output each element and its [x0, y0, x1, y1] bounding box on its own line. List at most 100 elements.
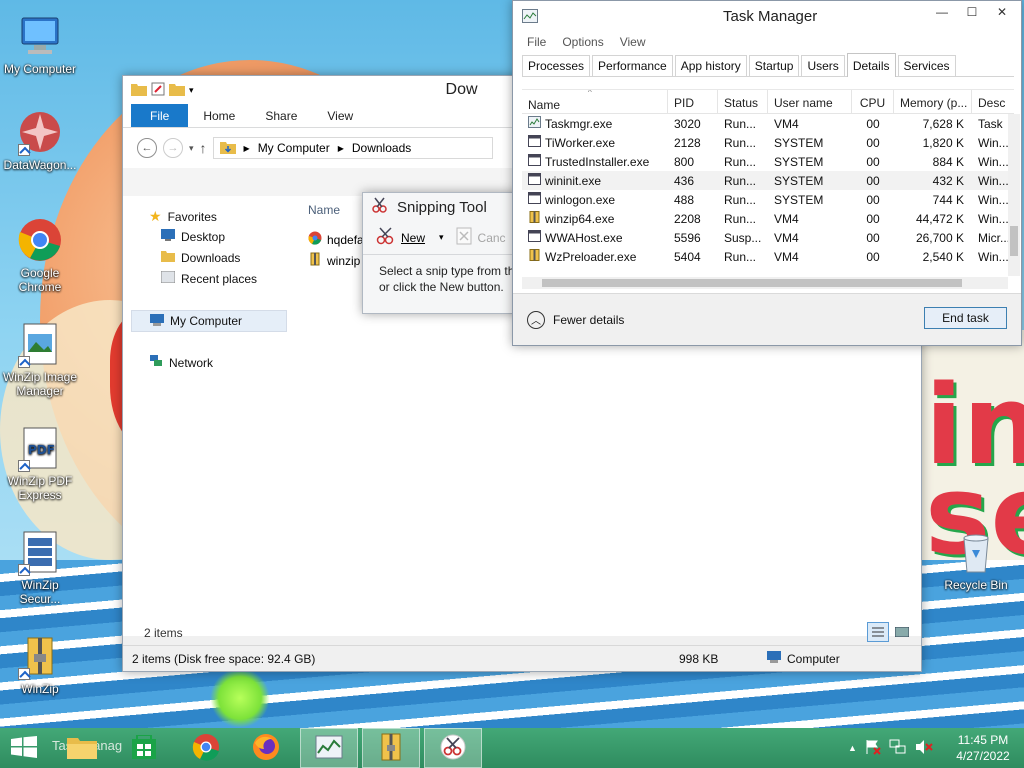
ribbon-tab-share[interactable]: Share: [250, 104, 312, 127]
desktop-icon-winzip-secure[interactable]: WinZip Secur...: [0, 528, 80, 606]
taskbar-task-manager[interactable]: [300, 728, 358, 768]
tab-services[interactable]: Services: [897, 55, 956, 76]
desktop-icon-google-chrome[interactable]: Google Chrome: [0, 216, 80, 294]
wallpaper-green-glow: [210, 668, 270, 728]
column-header-cpu[interactable]: CPU: [852, 90, 894, 113]
column-header-user-name[interactable]: User name: [768, 90, 852, 113]
item-count: 2 items: [144, 626, 183, 640]
up-button[interactable]: ↑: [200, 140, 207, 156]
taskbar-chrome[interactable]: [184, 728, 228, 768]
breadcrumb-my-computer[interactable]: My Computer: [258, 141, 330, 155]
menu-view[interactable]: View: [620, 35, 646, 49]
shortcut-arrow-icon: [18, 668, 30, 680]
tab-startup[interactable]: Startup: [748, 55, 800, 76]
nav-item-recent-places[interactable]: Recent places: [160, 270, 257, 286]
tab-app-history[interactable]: App history: [674, 55, 747, 76]
nav-item-network[interactable]: Network: [149, 355, 213, 370]
breadcrumb-downloads[interactable]: Downloads: [352, 141, 411, 155]
maximize-button[interactable]: ☐: [957, 1, 987, 23]
customize-toolbar-icon[interactable]: ▾: [189, 85, 194, 96]
desktop-icon-label: WinZip Secur...: [19, 578, 61, 606]
nav-item-downloads[interactable]: Downloads: [161, 250, 240, 265]
cancel-snip-button[interactable]: Canc: [456, 227, 506, 248]
fewer-details-button[interactable]: ︿ Fewer details: [527, 310, 624, 329]
new-folder-icon[interactable]: [169, 82, 185, 99]
breadcrumb[interactable]: ▶ My Computer ▶ Downloads: [212, 137, 493, 159]
taskmgr-footer: ︿ Fewer details End task: [513, 293, 1021, 345]
column-header-name[interactable]: Name: [522, 90, 668, 113]
horizontal-scrollbar[interactable]: [522, 277, 1008, 289]
cancel-icon: [456, 227, 472, 248]
table-row[interactable]: WzPreloader.exe 5404 Run... VM4 00 2,540…: [522, 247, 1014, 266]
nav-item-label: Desktop: [181, 229, 226, 244]
horizontal-scrollbar-thumb[interactable]: [542, 279, 962, 287]
quick-properties-icon[interactable]: [151, 82, 165, 99]
column-header-pid[interactable]: PID: [668, 90, 718, 113]
new-snip-button[interactable]: New: [375, 226, 425, 249]
winzip-secure-icon: [16, 528, 64, 576]
recent-locations-icon[interactable]: ▾: [189, 143, 194, 154]
minimize-button[interactable]: —: [927, 1, 957, 23]
desktop-icon-winzip[interactable]: WinZip: [0, 632, 80, 696]
table-row[interactable]: Taskmgr.exe 3020 Run... VM4 00 7,628 K T…: [522, 114, 1014, 133]
desktop-icon-winzip-image-manager[interactable]: WinZip Image Manager: [0, 320, 80, 398]
taskmgr-titlebar: Task Manager — ☐ ✕: [513, 1, 1021, 31]
taskbar-clock[interactable]: 11:45 PM 4/27/2022: [948, 732, 1018, 764]
winzip-image-icon: [16, 320, 64, 368]
status-location: Computer: [767, 651, 840, 666]
forward-button[interactable]: →: [163, 138, 183, 158]
desktop-icon-recycle-bin[interactable]: Recycle Bin: [936, 528, 1016, 592]
show-hidden-icons-button[interactable]: ▲: [848, 743, 857, 753]
tab-details[interactable]: Details: [846, 53, 896, 77]
winzip-file-icon: [308, 252, 322, 269]
back-button[interactable]: ←: [137, 138, 157, 158]
large-icons-view-icon[interactable]: [891, 622, 913, 642]
table-row-selected[interactable]: wininit.exe 436 Run... SYSTEM 00 432 K W…: [522, 171, 1014, 190]
nav-item-favorites[interactable]: ★ Favorites: [149, 208, 217, 225]
taskbar-snipping-tool[interactable]: [424, 728, 482, 768]
list-item[interactable]: winzip: [308, 252, 360, 269]
list-item[interactable]: hqdefa: [308, 231, 364, 248]
ribbon-tab-view[interactable]: View: [312, 104, 368, 127]
taskbar-winzip[interactable]: [362, 728, 420, 768]
desktop-icon-label: WinZip Image Manager: [2, 370, 78, 398]
desktop-icon-my-computer[interactable]: My Computer: [0, 12, 80, 76]
ribbon-tab-home[interactable]: Home: [188, 104, 250, 127]
table-row[interactable]: WWAHost.exe 5596 Susp... VM4 00 26,700 K…: [522, 228, 1014, 247]
taskbar-firefox[interactable]: [244, 728, 288, 768]
taskbar-file-explorer[interactable]: [60, 728, 104, 768]
close-button[interactable]: ✕: [987, 1, 1017, 23]
nav-item-my-computer[interactable]: My Computer: [131, 310, 287, 332]
table-row[interactable]: winlogon.exe 488 Run... SYSTEM 00 744 K …: [522, 190, 1014, 209]
tab-performance[interactable]: Performance: [592, 55, 673, 76]
column-header-name[interactable]: Name: [308, 203, 340, 217]
exe-window-icon: [528, 154, 541, 169]
vertical-scrollbar-thumb[interactable]: [1010, 226, 1018, 256]
snip-mode-dropdown-icon[interactable]: ▾: [439, 232, 444, 243]
sort-ascending-icon: ^: [588, 89, 592, 97]
volume-muted-icon[interactable]: [915, 739, 933, 758]
column-header-memory[interactable]: Memory (p...: [894, 90, 972, 113]
details-view-icon[interactable]: [867, 622, 889, 642]
taskbar-store[interactable]: [124, 728, 164, 768]
start-button[interactable]: [0, 728, 48, 768]
menu-file[interactable]: File: [527, 35, 546, 49]
column-header-description[interactable]: Desc: [972, 90, 1014, 113]
nav-item-desktop[interactable]: Desktop: [161, 229, 225, 244]
network-status-icon[interactable]: [889, 739, 907, 758]
vertical-scrollbar[interactable]: [1008, 114, 1020, 276]
ribbon-tab-file[interactable]: File: [131, 104, 189, 127]
end-task-button[interactable]: End task: [924, 307, 1007, 329]
tab-processes[interactable]: Processes: [522, 55, 591, 76]
table-row[interactable]: TiWorker.exe 2128 Run... SYSTEM 00 1,820…: [522, 133, 1014, 152]
column-header-status[interactable]: Status: [718, 90, 768, 113]
table-row[interactable]: winzip64.exe 2208 Run... VM4 00 44,472 K…: [522, 209, 1014, 228]
process-cpu: 00: [866, 135, 880, 150]
table-row[interactable]: TrustedInstaller.exe 800 Run... SYSTEM 0…: [522, 152, 1014, 171]
action-center-flag-icon[interactable]: [865, 739, 881, 758]
menu-options[interactable]: Options: [562, 35, 603, 49]
desktop-icon-datawagon[interactable]: DataWagon...: [0, 108, 80, 172]
status-location-label: Computer: [787, 651, 840, 666]
desktop-icon-winzip-pdf-express[interactable]: PDF WinZip PDF Express: [0, 424, 80, 502]
tab-users[interactable]: Users: [801, 55, 845, 76]
